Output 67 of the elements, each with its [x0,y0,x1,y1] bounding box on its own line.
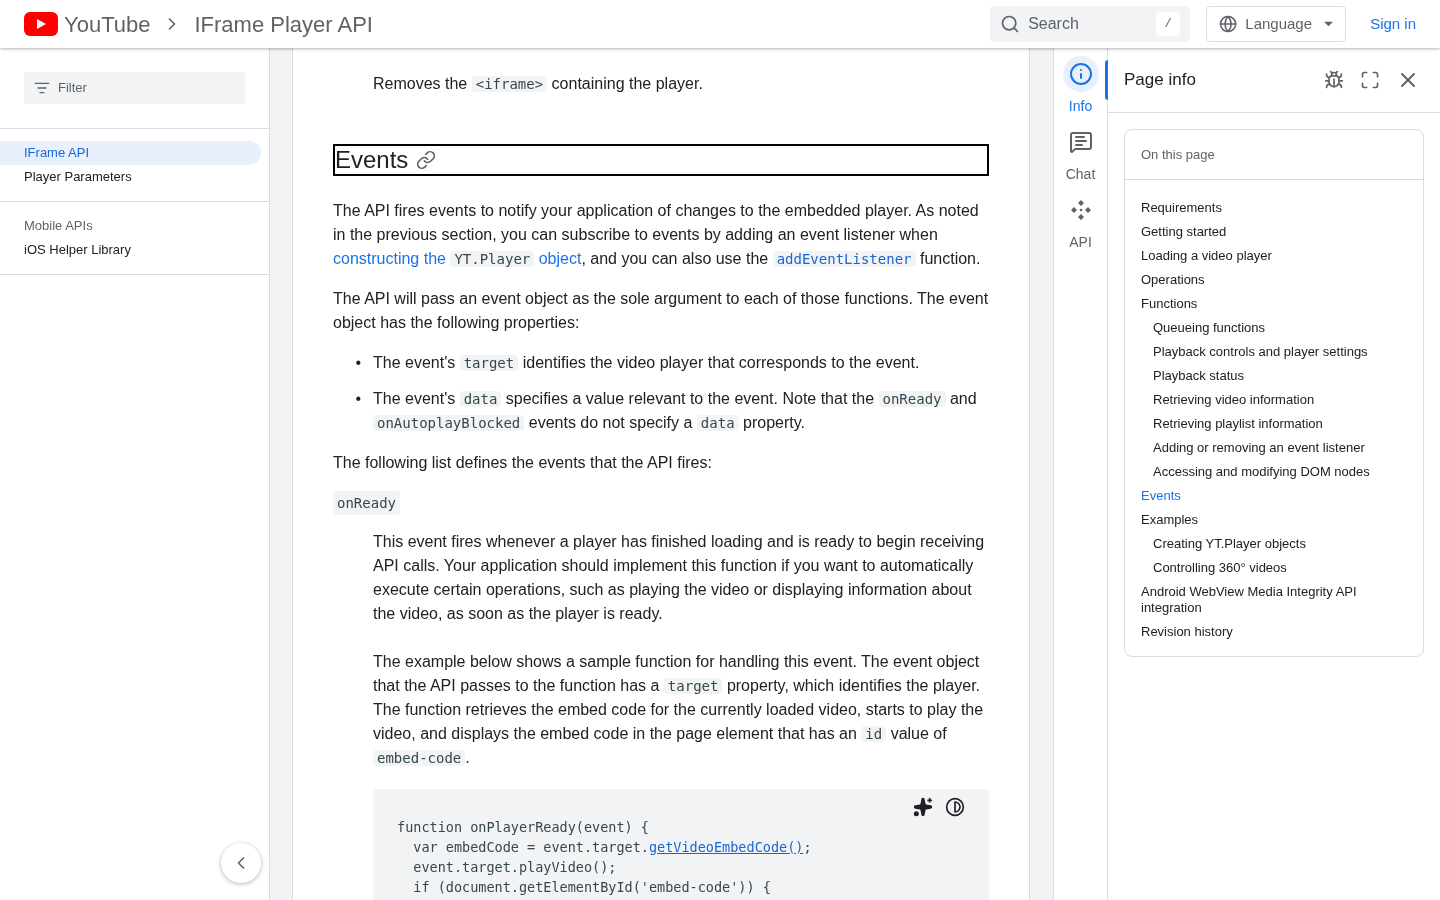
filter-icon [34,80,50,96]
toc-link[interactable]: Loading a video player [1141,244,1407,268]
link-icon[interactable] [416,150,437,170]
bullet-marker: • [354,353,362,373]
paragraph: Removes the <iframe> containing the player. [373,74,704,94]
paragraph: The following list defines the events that the API fires: [333,453,713,473]
toc-link[interactable]: Revision history [1141,620,1407,644]
logo-icon[interactable] [24,12,58,36]
language-button[interactable]: Language [1206,6,1347,42]
toc-link[interactable]: Playback controls and player settings [1141,340,1407,364]
paragraph: The API will pass an event object as the sole argument to each of those functions. The event object has the following properties: [333,289,989,333]
chat-icon [1068,130,1093,154]
toc-link[interactable]: Android WebView Media Integrity API integration [1141,580,1407,620]
toc-title: On this page [1125,130,1423,180]
section-heading: Mobile APIs [23,217,94,235]
toc-link[interactable]: Getting started [1141,220,1407,244]
bug-icon[interactable] [1324,70,1344,90]
toc-link[interactable]: Requirements [1141,196,1407,220]
api-link[interactable]: addEventListener [772,251,916,267]
text-link[interactable]: constructing the YT.Player object [333,250,582,267]
rail-tab[interactable]: Chat [1053,124,1108,184]
search-input[interactable]: Search [1028,12,1149,36]
code-link[interactable]: getVideoEmbedCode() [648,839,804,855]
paragraph: The example below shows a sample function for handling this event. The event object that the API passes to the function has a target property, which identifies the player. The function retrieves the embed code for the currently loaded video, starts to play the video, and displays the embed code in the page element that has an id value of embed-code . [373,652,985,768]
nav-item[interactable]: Player Parameters [0,165,261,189]
toc-link[interactable]: Accessing and modifying DOM nodes [1141,460,1407,484]
toc-link[interactable]: Functions [1141,292,1407,316]
globe-icon [1219,14,1238,34]
shortcut-key: / [1156,12,1181,36]
sparkle-icon[interactable] [913,797,933,817]
code-line: var embedCode = event.target.getVideoEmbedCode(); [412,838,813,857]
nav-item[interactable]: IFrame API [0,141,261,165]
toc-link[interactable]: Examples [1141,508,1407,532]
page-title[interactable]: IFrame Player API [194,7,373,41]
toc-link[interactable]: Playback status [1141,364,1407,388]
paragraph: The API fires events to notify your application of changes to the embedded player. As noted in the previous section, you can subscribe to events by adding an event listener when constructing the YT.Player object, and you can also use the addEventListener function. [333,201,982,269]
rail-tab[interactable]: Info [1053,56,1108,116]
info-icon [1068,62,1093,86]
toc-link[interactable]: Controlling 360° videos [1141,556,1407,580]
rail-tab[interactable]: API [1053,192,1108,252]
toc-link[interactable]: Queueing functions [1141,316,1407,340]
nav-item[interactable]: iOS Helper Library [0,238,261,262]
search-field[interactable]: Search / [990,6,1191,42]
panel-title: Page info [1124,69,1197,92]
search-icon [1000,14,1021,34]
toc-link[interactable]: Operations [1141,268,1407,292]
filter-input[interactable]: Filter [58,78,235,98]
paragraph: This event fires whenever a player has finished loading and is ready to begin receiving API calls. Your application should implement this function if you want to automatically execute certain operations, such as playing the video or displaying information about the video, as soon as the player is ready. [373,532,986,624]
toc-link[interactable]: Retrieving video information [1141,388,1407,412]
fullscreen-icon[interactable] [1360,70,1380,90]
code-line: function onPlayerReady(event) { [397,818,650,837]
code-line: if (document.getElementById('embed-code')) { [412,878,772,897]
caret-icon [1324,21,1334,27]
site-name[interactable]: YouTube [64,7,151,41]
toc-link[interactable]: Events [1141,484,1407,508]
section-heading: Events [335,146,409,174]
filter-field[interactable]: Filter [24,72,245,104]
contrast-icon[interactable] [945,797,965,817]
list-item: The event's data specifies a value relevant to the event. Note that the onReady and onAutoplayBlocked events do not specify a data property. [373,389,978,433]
list-item: The event's target identifies the video player that corresponds to the event. [373,353,921,373]
event-name: onReady [333,491,400,515]
toc-link[interactable]: Creating YT.Player objects [1141,532,1407,556]
code-line: event.target.playVideo(); [412,858,618,877]
sign-in-link[interactable]: Sign in [1370,12,1416,36]
bullet-marker: • [354,389,362,409]
toc-link[interactable]: Adding or removing an event listener [1141,436,1407,460]
toc-link[interactable]: Retrieving playlist information [1141,412,1407,436]
